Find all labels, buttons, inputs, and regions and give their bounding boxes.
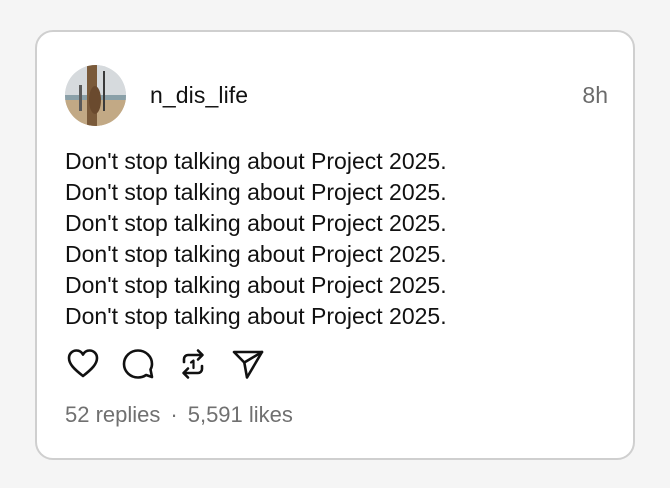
post-text-line: Don't stop talking about Project 2025. bbox=[65, 303, 447, 329]
stats-separator: · bbox=[170, 402, 178, 427]
post-text-line: Don't stop talking about Project 2025. bbox=[65, 210, 447, 236]
likes-count[interactable]: 5,591 likes bbox=[188, 402, 293, 427]
replies-count[interactable]: 52 replies bbox=[65, 402, 160, 427]
post-timestamp: 8h bbox=[582, 82, 608, 108]
post-text-line: Don't stop talking about Project 2025. bbox=[65, 179, 447, 205]
post-text-line: Don't stop talking about Project 2025. bbox=[65, 241, 447, 267]
avatar[interactable] bbox=[65, 65, 126, 126]
post-card: n_dis_life 8h Don't stop talking about P… bbox=[35, 30, 635, 460]
comment-icon bbox=[122, 349, 154, 379]
post-text-line: Don't stop talking about Project 2025. bbox=[65, 272, 447, 298]
heart-icon bbox=[67, 349, 99, 378]
send-icon bbox=[232, 350, 264, 379]
like-button[interactable] bbox=[65, 346, 101, 382]
share-button[interactable] bbox=[230, 346, 266, 382]
reply-button[interactable] bbox=[120, 346, 156, 382]
username[interactable]: n_dis_life bbox=[150, 82, 248, 109]
post-text-line: Don't stop talking about Project 2025. bbox=[65, 148, 447, 174]
post-actions bbox=[65, 346, 285, 382]
repost-icon bbox=[182, 349, 204, 379]
post-stats: 52 replies · 5,591 likes bbox=[65, 402, 293, 428]
repost-button[interactable] bbox=[175, 346, 211, 382]
post-text: Don't stop talking about Project 2025. D… bbox=[65, 146, 605, 332]
avatar-image bbox=[65, 65, 126, 126]
